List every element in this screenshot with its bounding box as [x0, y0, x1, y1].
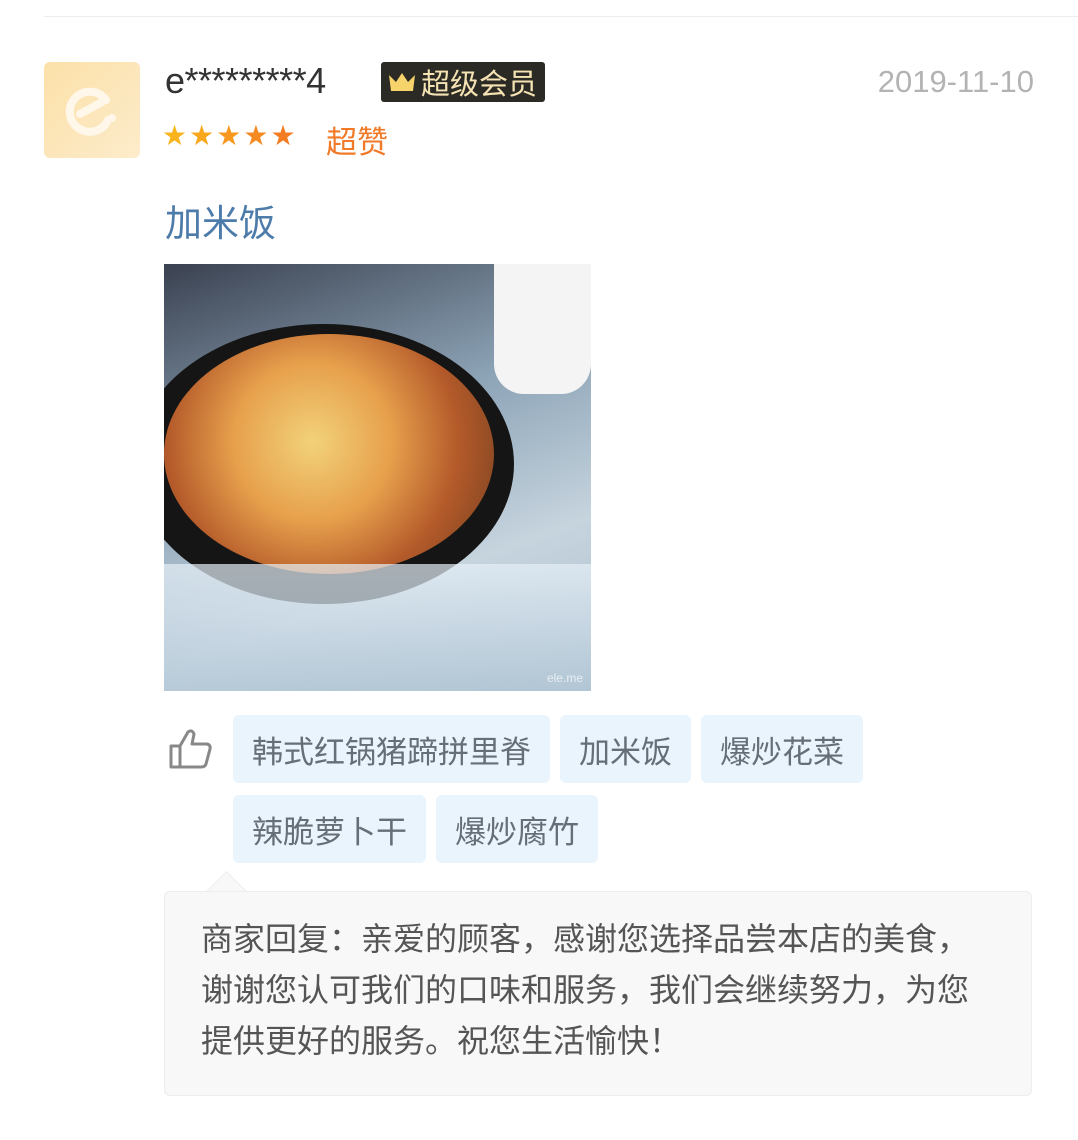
- avatar[interactable]: [44, 62, 140, 158]
- photo-watermark: ele.me: [546, 671, 583, 685]
- eleme-logo-icon: [65, 87, 116, 136]
- star-icon: ★: [162, 120, 188, 151]
- review-photo[interactable]: ele.me: [164, 264, 591, 691]
- star-icon: ★: [216, 120, 242, 151]
- dish-tag[interactable]: 辣脆萝卜干: [233, 795, 426, 863]
- dish-tag[interactable]: 加米饭: [560, 715, 691, 783]
- thumbs-up-icon: [169, 729, 212, 769]
- merchant-reply: 商家回复：亲爱的顾客，感谢您选择品尝本店的美食，谢谢您认可我们的口味和服务，我们…: [164, 891, 1032, 1096]
- food-image-part: [164, 334, 494, 574]
- dish-tag[interactable]: 韩式红锅猪蹄拼里脊: [233, 715, 550, 783]
- liked-dishes: 韩式红锅猪蹄拼里脊 加米饭 爆炒花菜辣脆萝卜干 爆炒腐竹: [233, 715, 913, 863]
- dish-tag[interactable]: 爆炒腐竹: [436, 795, 598, 863]
- bag-image-part: [164, 564, 591, 691]
- crown-icon: [389, 73, 415, 91]
- cup-image-part: [494, 264, 591, 394]
- dish-tag[interactable]: 爆炒花菜: [701, 715, 863, 783]
- star-icon: ★: [243, 120, 269, 151]
- star-icon: ★: [270, 120, 296, 151]
- divider: [44, 16, 1078, 17]
- vip-label: 超级会员: [421, 69, 538, 101]
- star-icon: ★: [189, 120, 215, 151]
- username: e*********4: [165, 60, 326, 101]
- dish-name: 加米饭: [165, 203, 276, 244]
- star-rating: ★ ★ ★ ★ ★: [162, 120, 296, 152]
- review-date: 2019-11-10: [877, 64, 1034, 99]
- vip-badge: 超级会员: [381, 62, 546, 102]
- rating-text: 超赞: [326, 125, 388, 160]
